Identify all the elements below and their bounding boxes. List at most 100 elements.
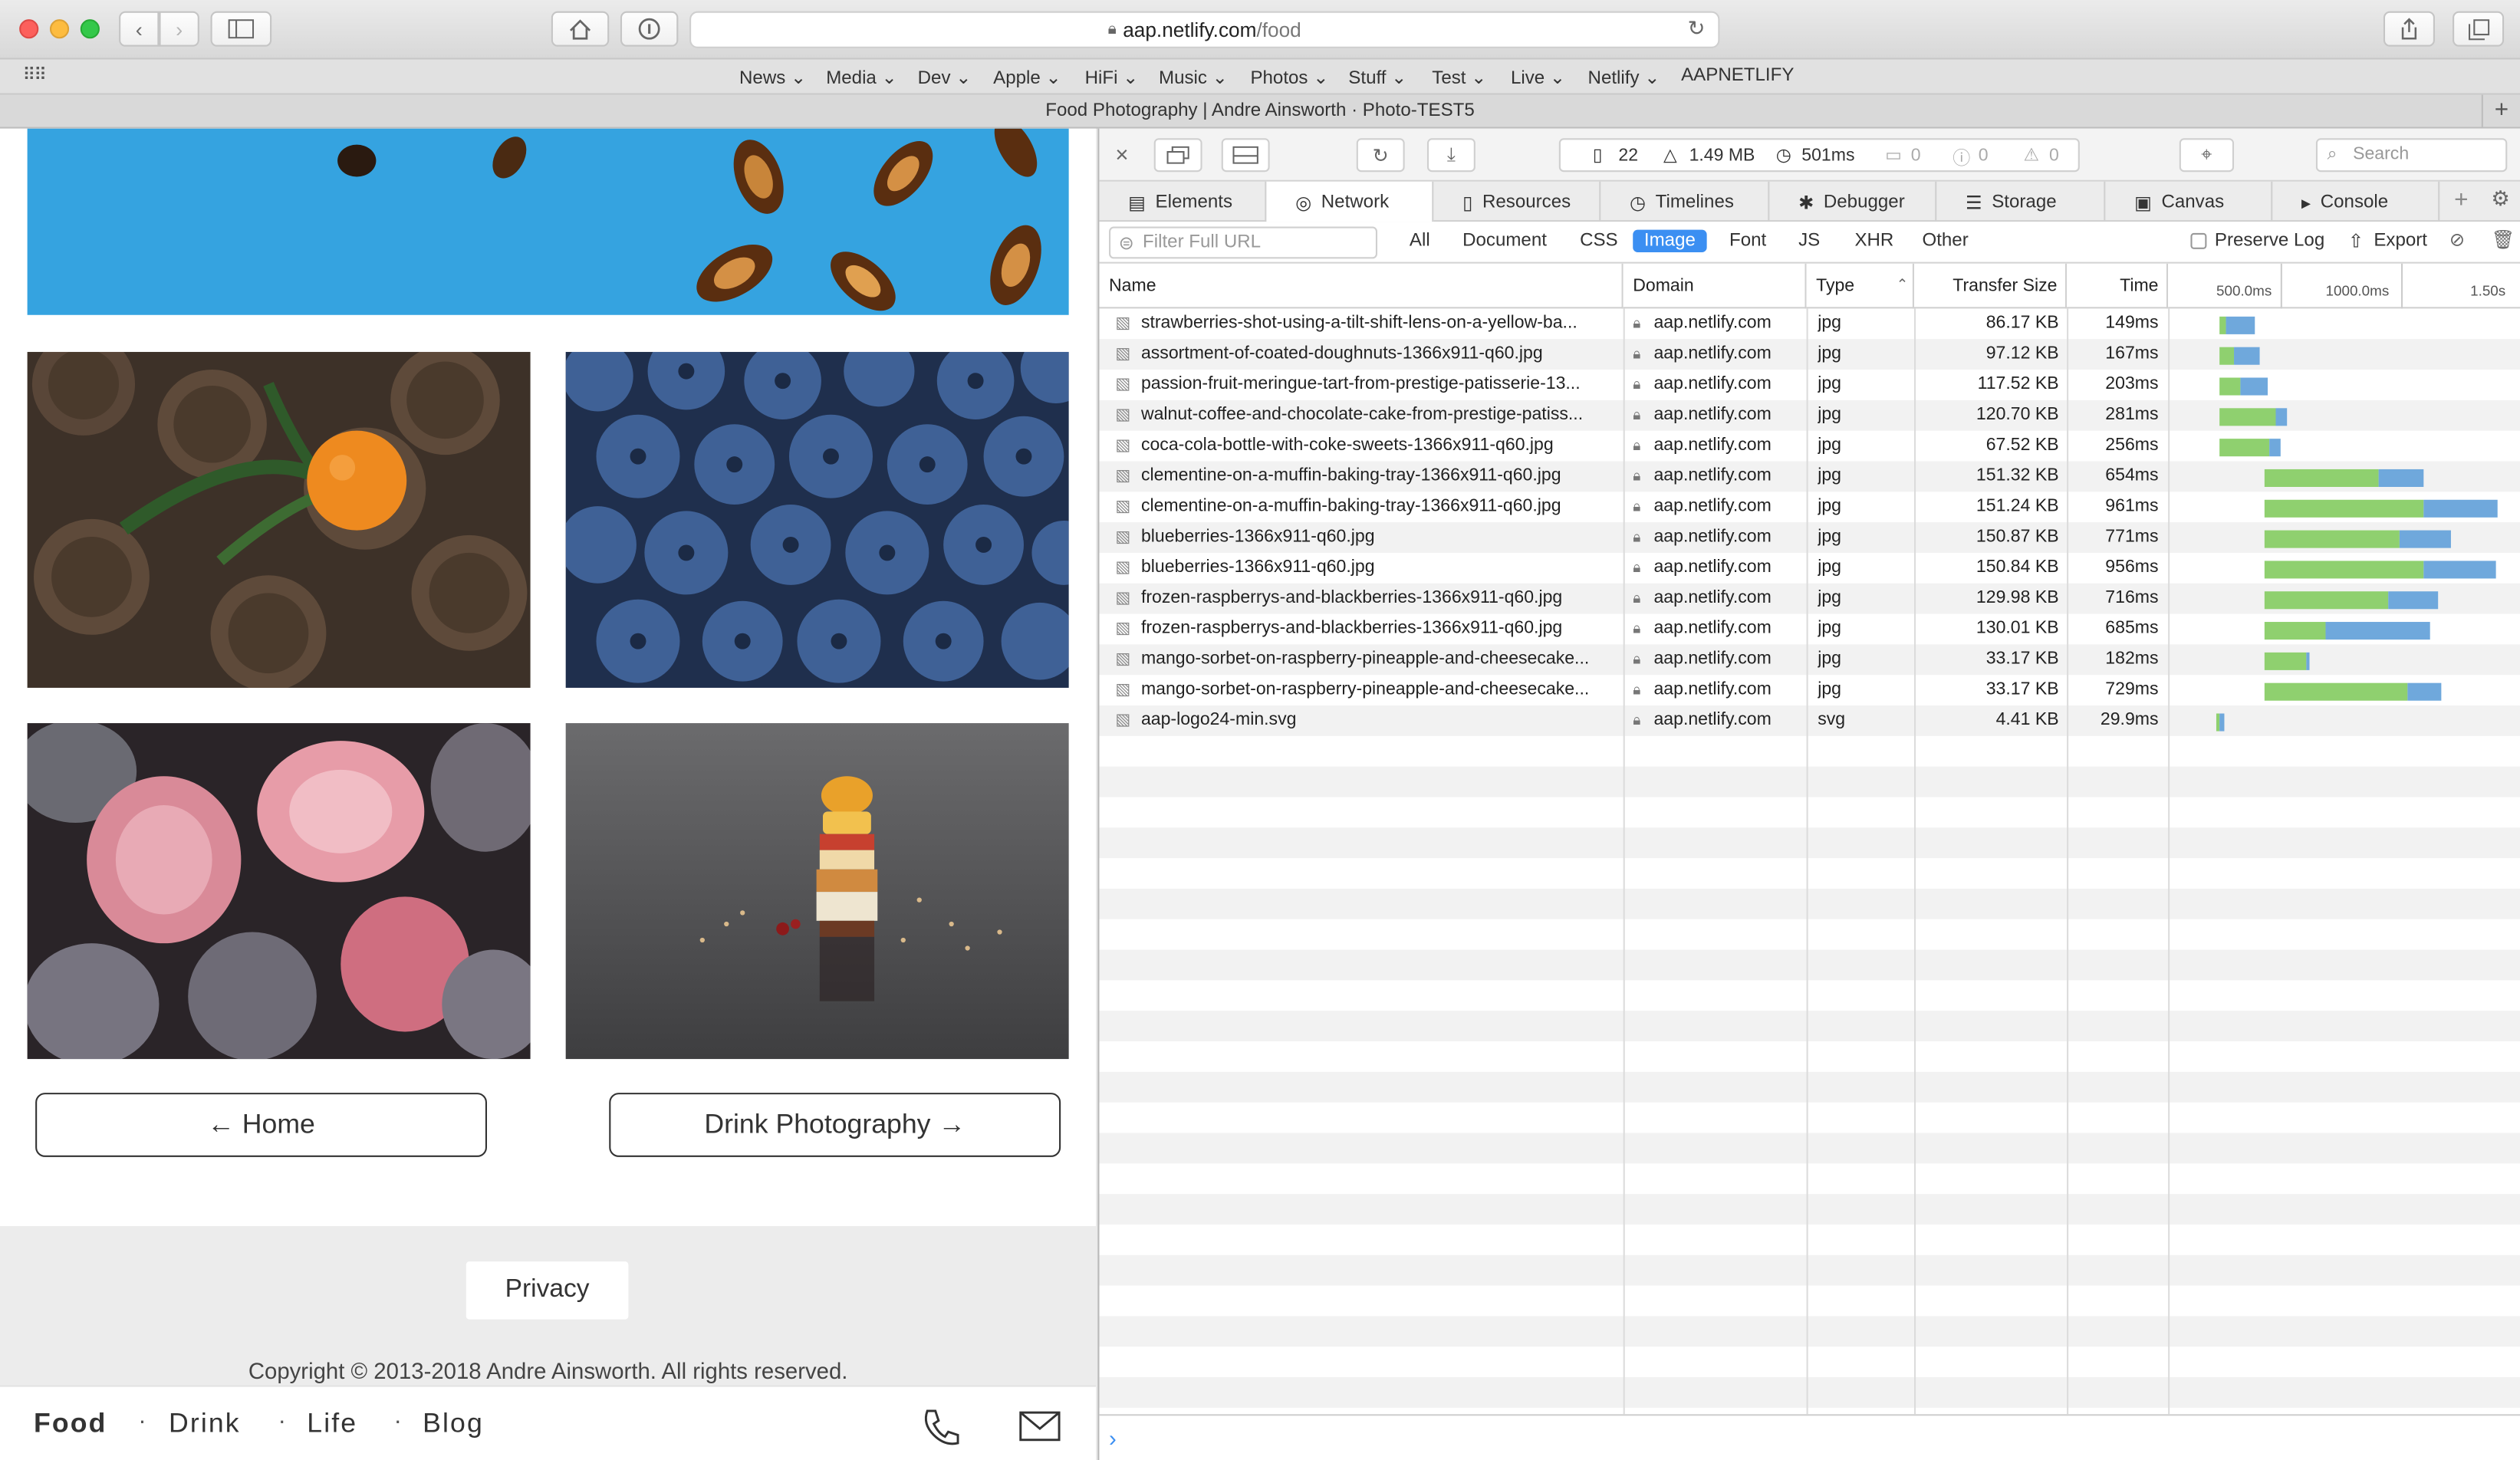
filter-other[interactable]: Other [1911,230,1980,252]
table-row[interactable]: ▧ aap-logo24-min.svg 🔒︎ aap.netlify.com svg 4… [1099,705,2520,736]
sidebar-button[interactable] [210,11,272,47]
reader-button[interactable] [620,11,679,47]
column-header-domain[interactable]: Domain [1623,263,1807,309]
preserve-log-checkbox[interactable] [2190,232,2207,249]
table-row[interactable]: ▧ clementine-on-a-muffin-baking-tray-1366… [1099,492,2520,522]
drink-photography-link-button[interactable]: Drink Photography → [609,1093,1061,1157]
table-row[interactable]: ▧ blueberries-1366x911-q60.jpg 🔒︎ aap.netli… [1099,553,2520,584]
close-inspector-icon[interactable]: × [1115,141,1128,167]
share-button[interactable] [2383,11,2435,47]
table-row[interactable]: ▧ passion-fruit-meringue-tart-from-presti… [1099,370,2520,400]
blueberries-image [565,351,1069,683]
tab-elements[interactable]: ▤ Elements [1099,181,1267,222]
back-button[interactable]: ‹ [119,11,160,47]
minimize-window-button[interactable] [49,19,70,39]
preserve-log-label: Preserve Log [2214,231,2325,251]
bookmark-netlify[interactable]: Netlify ⌄ [1588,66,1660,88]
nav-drink[interactable]: Drink [169,1408,241,1440]
table-row[interactable]: ▧ blueberries-1366x911-q60.jpg 🔒︎ aap.netli… [1099,522,2520,553]
filter-font[interactable]: Font [1718,230,1778,252]
element-picker-button[interactable]: ⌖ [2179,138,2235,173]
column-header-type[interactable]: Type ⌃ [1806,263,1914,309]
tab-timelines[interactable]: ◷ Timelines [1600,181,1770,222]
filter-all[interactable]: All [1398,230,1441,252]
console-prompt[interactable]: › [1099,1414,2520,1460]
photo-frozen-berries[interactable] [27,723,531,1060]
nav-blog[interactable]: Blog [423,1408,484,1440]
reload-icon[interactable]: ↻ [1688,16,1706,42]
bookmark-media[interactable]: Media ⌄ [826,66,897,88]
filter-url-input[interactable]: ⊜ Filter Full URL [1109,226,1378,259]
bookmark-apple[interactable]: Apple ⌄ [993,66,1061,88]
photo-blueberries[interactable] [565,351,1069,688]
nav-food[interactable]: Food [34,1408,107,1440]
table-row[interactable]: ▧ assortment-of-coated-doughnuts-1366x911… [1099,339,2520,370]
table-row[interactable]: ▧ frozen-raspberrys-and-blackberries-1366… [1099,583,2520,614]
bookmark-live[interactable]: Live ⌄ [1511,66,1565,88]
tab-storage[interactable]: ☰ Storage [1936,181,2106,222]
bookmark-dev[interactable]: Dev ⌄ [918,66,972,88]
dock-button[interactable] [1153,138,1202,173]
phone-icon[interactable] [920,1406,961,1448]
home-link-button[interactable]: ← Home [35,1093,487,1157]
console-icon: ▸ [2301,193,2311,213]
reload-page-button[interactable]: ↻ [1356,138,1405,173]
column-header-time[interactable]: Time [2067,263,2169,309]
bookmark-photos[interactable]: Photos ⌄ [1250,66,1328,88]
filter-css[interactable]: CSS [1568,230,1629,252]
privacy-link[interactable]: Privacy [466,1261,629,1320]
add-tab-icon[interactable]: + [2454,186,2468,214]
row-time: 771ms [2105,527,2159,547]
error-icon: ⓘ [1953,149,1971,169]
row-time: 281ms [2105,405,2159,425]
disable-cache-icon[interactable]: ⊘ [2449,229,2465,251]
empty-row [1099,1071,2520,1103]
tab-resources[interactable]: ▯ Resources [1433,181,1601,222]
active-tab-title[interactable]: Food Photography | Andre Ainsworth · Pho… [1045,101,1475,120]
photo-coke-sweets[interactable] [27,128,1069,315]
row-transfer-size: 117.52 KB [1977,374,2059,394]
waterfall-receiving-bar [2400,530,2452,548]
filter-image[interactable]: Image [1633,229,1707,253]
new-tab-button[interactable]: + [2481,94,2520,127]
bookmark-test[interactable]: Test ⌄ [1432,66,1486,88]
table-row[interactable]: ▧ frozen-raspberrys-and-blackberries-1366… [1099,614,2520,645]
table-row[interactable]: ▧ strawberries-shot-using-a-tilt-shift-le… [1099,308,2520,339]
home-button[interactable] [551,11,610,47]
tab-canvas[interactable]: ▣ Canvas [2105,181,2273,222]
table-row[interactable]: ▧ coca-cola-bottle-with-coke-sweets-1366x… [1099,431,2520,462]
table-row[interactable]: ▧ walnut-coffee-and-chocolate-cake-from-p… [1099,400,2520,431]
tab-console[interactable]: ▸ Console [2272,181,2440,222]
bookmark-aapnetlify[interactable]: AAPNETLIFY [1681,66,1794,85]
bookmark-hifi[interactable]: HiFi ⌄ [1085,66,1139,88]
trash-icon[interactable]: 🗑︎ [2491,229,2515,251]
grid-icon[interactable]: ⠿⠿ [22,64,47,85]
gear-icon[interactable]: ⚙ [2491,186,2509,212]
photo-clementine[interactable] [27,351,531,688]
filter-js[interactable]: JS [1787,230,1831,252]
photo-mango-dessert[interactable] [565,723,1069,1060]
dock-bottom-button[interactable] [1221,138,1270,173]
table-row[interactable]: ▧ clementine-on-a-muffin-baking-tray-1366… [1099,461,2520,492]
tab-debugger[interactable]: ✱ Debugger [1769,181,1937,222]
bookmark-stuff[interactable]: Stuff ⌄ [1348,66,1406,88]
bookmark-music[interactable]: Music ⌄ [1159,66,1228,88]
zoom-window-button[interactable] [80,19,100,39]
mail-icon[interactable] [1019,1411,1061,1443]
download-button[interactable]: ⤓ [1426,138,1475,173]
column-header-name[interactable]: Name [1099,263,1624,309]
tab-network[interactable]: ◎ Network [1266,181,1434,222]
tabs-overview-button[interactable] [2453,11,2505,47]
table-row[interactable]: ▧ mango-sorbet-on-raspberry-pineapple-and… [1099,675,2520,705]
nav-life[interactable]: Life [307,1408,357,1440]
filter-document[interactable]: Document [1451,230,1558,252]
forward-button[interactable]: › [159,11,199,47]
table-row[interactable]: ▧ mango-sorbet-on-raspberry-pineapple-and… [1099,644,2520,676]
column-header-transfer-size[interactable]: Transfer Size [1913,263,2068,309]
inspector-search-input[interactable]: ⌕ Search [2315,138,2508,173]
export-button[interactable]: Export [2374,232,2427,251]
address-bar[interactable]: 🔒︎ aap.netlify.com/food ↻ [689,11,1720,48]
bookmark-news[interactable]: News ⌄ [739,66,806,88]
close-window-button[interactable] [19,19,39,39]
filter-xhr[interactable]: XHR [1844,230,1905,252]
